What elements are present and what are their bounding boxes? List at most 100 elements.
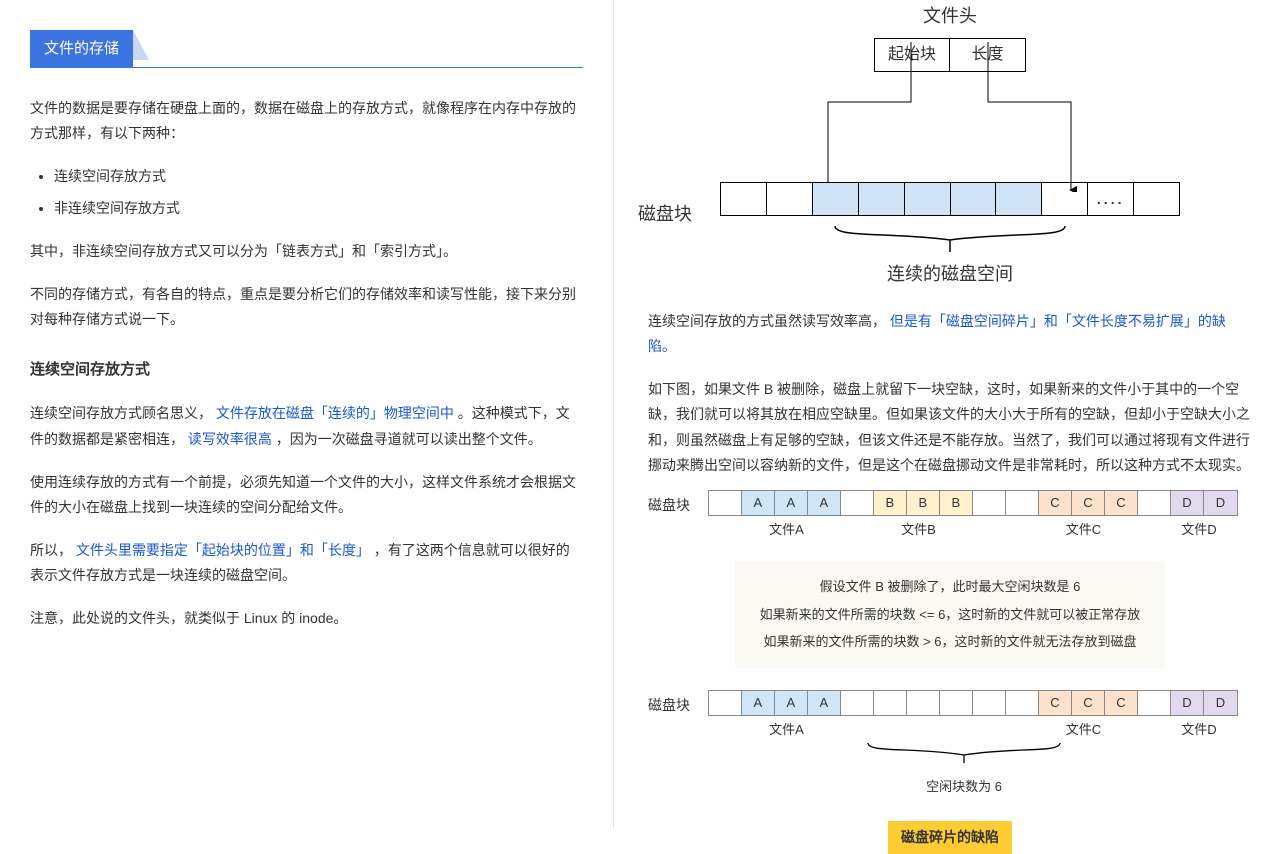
disk-cell [841,691,874,715]
disk-cell [709,691,742,715]
list-item: 连续空间存放方式 [54,164,583,189]
disk-cell: C [1072,691,1105,715]
brace-icon [864,741,1064,765]
disk-cell [940,691,973,715]
para: 所以， 文件头里需要指定「起始块的位置」和「长度」 ，有了这两个信息就可以很好的… [30,538,583,588]
brace-icon [830,224,1070,254]
text: 连续空间存放的方式虽然读写效率高， [648,313,886,329]
scenario-line: 如果新来的文件所需的块数 <= 6，这时新的文件就可以被正常存放 [735,603,1165,626]
disk-cell: D [1171,491,1204,515]
file-legend-label [836,518,869,541]
disk-cell: B [940,491,973,515]
text: ，因为一次磁盘寻道就可以读出整个文件。 [276,431,542,447]
disk-cell [1138,491,1171,515]
disk-cell: D [1171,691,1204,715]
disk-cell: D [1204,491,1237,515]
highlight-text: 读写效率很高 [188,431,272,447]
free-brace: 空闲块数为 6 [676,741,1252,799]
disk-cell: A [808,691,841,715]
section-heading: 文件的存储 [30,30,133,67]
diagram-caption: 连续的磁盘空间 [720,258,1180,290]
file-legend-label [1133,518,1166,541]
disk-cell: A [742,691,775,715]
file-legend-label: 文件D [1166,718,1232,741]
disk-cell [904,182,950,216]
disk-cell [766,182,812,216]
file-legend-label: 文件A [737,718,836,741]
disk-cell [995,182,1041,216]
disk-cell [841,491,874,515]
disk-cell [950,182,996,216]
disk-cell: C [1105,491,1138,515]
disk-cell [1006,691,1039,715]
file-legend-label [704,718,737,741]
disk-cell [973,691,1006,715]
disk-row: .... [720,182,1180,216]
disk-cell [858,182,904,216]
file-legend-label: 文件C [1034,718,1133,741]
disk-cell [907,691,940,715]
disk-cell [1133,182,1180,216]
disk-cell-ellipsis: .... [1087,182,1133,216]
file-labels-row: 文件A 文件C 文件D [704,718,1232,741]
disk-cell: C [1105,691,1138,715]
header-cell-start: 起始块 [874,38,950,72]
disk-cell: C [1072,491,1105,515]
file-legend-label: 文件A [737,518,836,541]
section-underline [30,67,583,68]
disk-cell [1138,691,1171,715]
disk-cell [1041,182,1087,216]
diagram-title: 文件头 [720,0,1180,32]
para: 使用连续存放的方式有一个前提，必须先知道一个文件的大小，这样文件系统才会根据文件… [30,470,583,520]
disk-cell: C [1039,491,1072,515]
para: 其中，非连续空间存放方式又可以分为「链表方式」和「索引方式」。 [30,239,583,264]
disk-cell [812,182,858,216]
disk-cell [874,691,907,715]
left-column: 文件的存储 文件的数据是要存储在硬盘上面的，数据在磁盘上的存放方式，就像程序在内… [0,0,614,829]
file-legend-label: 文件B [869,518,968,541]
right-column: 文件头 起始块 长度 磁盘块 [614,0,1282,829]
file-legend-label [704,518,737,541]
disk-label: 磁盘块 [638,198,692,230]
highlight-text: 文件头里需要指定「起始块的位置」和「长度」 [76,542,370,558]
list-item: 非连续空间存放方式 [54,196,583,221]
scenario-line: 如果新来的文件所需的块数 > 6，这时新的文件就无法存放到磁盘 [735,630,1165,653]
disk-cell [1006,491,1039,515]
file-legend-label [1133,718,1166,741]
file-legend-label: 文件C [1034,518,1133,541]
text: 连续空间存放方式顾名思义， [30,405,212,421]
file-labels-row: 文件A 文件B 文件C 文件D [704,518,1232,541]
sub-heading: 连续空间存放方式 [30,356,583,383]
file-legend-label [968,518,1034,541]
para: 不同的存储方式，有各自的特点，重点是要分析它们的存储效率和读写性能，接下来分别对… [30,282,583,332]
para: 注意，此处说的文件头，就类似于 Linux 的 inode。 [30,606,583,631]
defect-badge: 磁盘碎片的缺陷 [888,821,1012,854]
para: 连续空间存放的方式虽然读写效率高， 但是有「磁盘空间碎片」和「文件长度不易扩展」… [648,309,1252,359]
disk-table-after: 磁盘块 AAACCCDD [648,690,1252,718]
disk-cell: A [808,491,841,515]
disk-cell [709,491,742,515]
disk-cell: C [1039,691,1072,715]
storage-list: 连续空间存放方式 非连续空间存放方式 [54,164,583,220]
disk-cell [720,182,766,216]
para: 连续空间存放方式顾名思义， 文件存放在磁盘「连续的」物理空间中 。这种模式下，文… [30,401,583,451]
disk-cell: A [775,491,808,515]
file-legend-label [836,718,1034,741]
scenario-line: 假设文件 B 被删除了，此时最大空闲块数是 6 [735,575,1165,598]
disk-cell: D [1204,691,1237,715]
scenario-box: 假设文件 B 被删除了，此时最大空闲块数是 6 如果新来的文件所需的块数 <= … [735,561,1165,667]
diagram-file-header: 文件头 起始块 长度 磁盘块 [720,0,1180,291]
disk-cell: B [874,491,907,515]
para-intro: 文件的数据是要存储在硬盘上面的，数据在磁盘上的存放方式，就像程序在内存中存放的方… [30,96,583,146]
disk-cell: A [775,691,808,715]
table-label: 磁盘块 [648,690,704,718]
highlight-text: 文件存放在磁盘「连续的」物理空间中 [216,405,454,421]
para: 如下图，如果文件 B 被删除，磁盘上就留下一块空缺，这时，如果新来的文件小于其中… [648,377,1252,478]
file-legend-label: 文件D [1166,518,1232,541]
disk-table-before: 磁盘块 AAABBBCCCDD [648,490,1252,518]
table-label: 磁盘块 [648,490,704,518]
header-cell-length: 长度 [950,38,1026,72]
disk-cell: A [742,491,775,515]
free-count-label: 空闲块数为 6 [676,775,1252,798]
text: 所以， [30,542,72,558]
